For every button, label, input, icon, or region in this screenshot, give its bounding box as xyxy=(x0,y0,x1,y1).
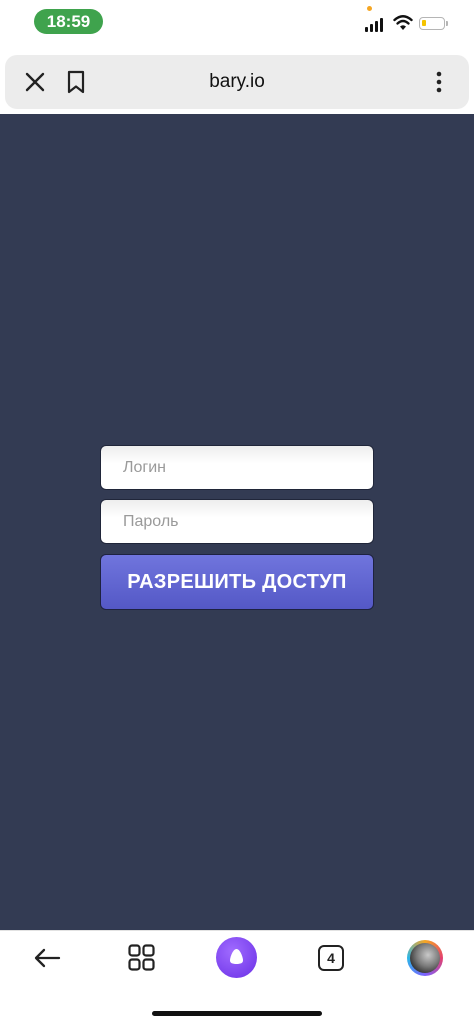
wifi-icon xyxy=(393,15,413,30)
alice-assistant-button[interactable] xyxy=(216,937,257,978)
browser-url-bar[interactable]: bary.io xyxy=(5,55,469,109)
avatar[interactable] xyxy=(407,940,443,976)
avatar-photo xyxy=(410,943,440,973)
grant-access-button[interactable]: РАЗРЕШИТЬ ДОСТУП xyxy=(100,554,374,610)
url-text[interactable]: bary.io xyxy=(5,71,469,93)
grid-icon[interactable] xyxy=(128,944,155,971)
battery-tip xyxy=(446,21,448,26)
privacy-indicator-dot xyxy=(367,6,372,11)
browser-bottom-bar: 4 xyxy=(0,930,474,1026)
login-form: РАЗРЕШИТЬ ДОСТУП xyxy=(100,445,374,610)
home-indicator[interactable] xyxy=(152,1011,322,1016)
tabs-count: 4 xyxy=(327,950,335,966)
more-vertical-icon[interactable] xyxy=(433,70,445,94)
password-input[interactable] xyxy=(100,499,374,544)
page-content: РАЗРЕШИТЬ ДОСТУП xyxy=(0,114,474,930)
status-time: 18:59 xyxy=(34,9,103,34)
alice-icon xyxy=(230,949,243,964)
back-arrow-icon[interactable] xyxy=(33,946,61,970)
battery-icon xyxy=(419,17,445,30)
login-input[interactable] xyxy=(100,445,374,490)
status-bar: 18:59 xyxy=(0,0,474,48)
tabs-counter-button[interactable]: 4 xyxy=(318,945,344,971)
signal-icon xyxy=(365,16,387,32)
